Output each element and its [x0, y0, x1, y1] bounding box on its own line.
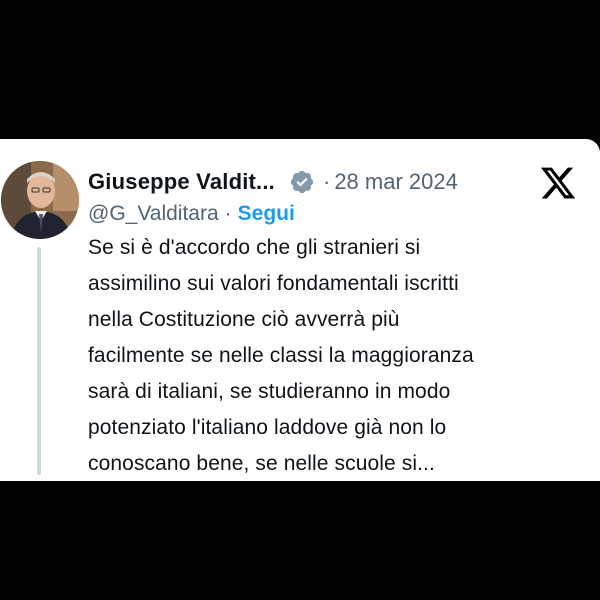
verified-badge-icon [289, 169, 315, 195]
handle-row: @G_Valditara · Segui [88, 200, 295, 228]
tweet-text: Se si è d'accordo che gli stranieri si a… [88, 236, 474, 475]
date-separator: · [322, 169, 331, 194]
avatar[interactable] [1, 161, 79, 239]
author-display-name[interactable]: Giuseppe Valdit... [88, 169, 275, 195]
author-handle[interactable]: @G_Valditara [88, 202, 219, 226]
follow-button[interactable]: Segui [238, 202, 295, 226]
handle-separator: · [224, 202, 232, 225]
x-logo-icon[interactable] [539, 164, 577, 202]
tweet-header: Giuseppe Valdit... · 28 mar 2024 [88, 165, 458, 199]
tweet-date[interactable]: 28 mar 2024 [334, 169, 458, 195]
screenshot-frame: Giuseppe Valdit... · 28 mar 2024 @G_Vald… [0, 0, 600, 600]
thread-line [37, 247, 41, 475]
tweet-card[interactable]: Giuseppe Valdit... · 28 mar 2024 @G_Vald… [0, 139, 600, 481]
avatar-photo [1, 161, 79, 239]
